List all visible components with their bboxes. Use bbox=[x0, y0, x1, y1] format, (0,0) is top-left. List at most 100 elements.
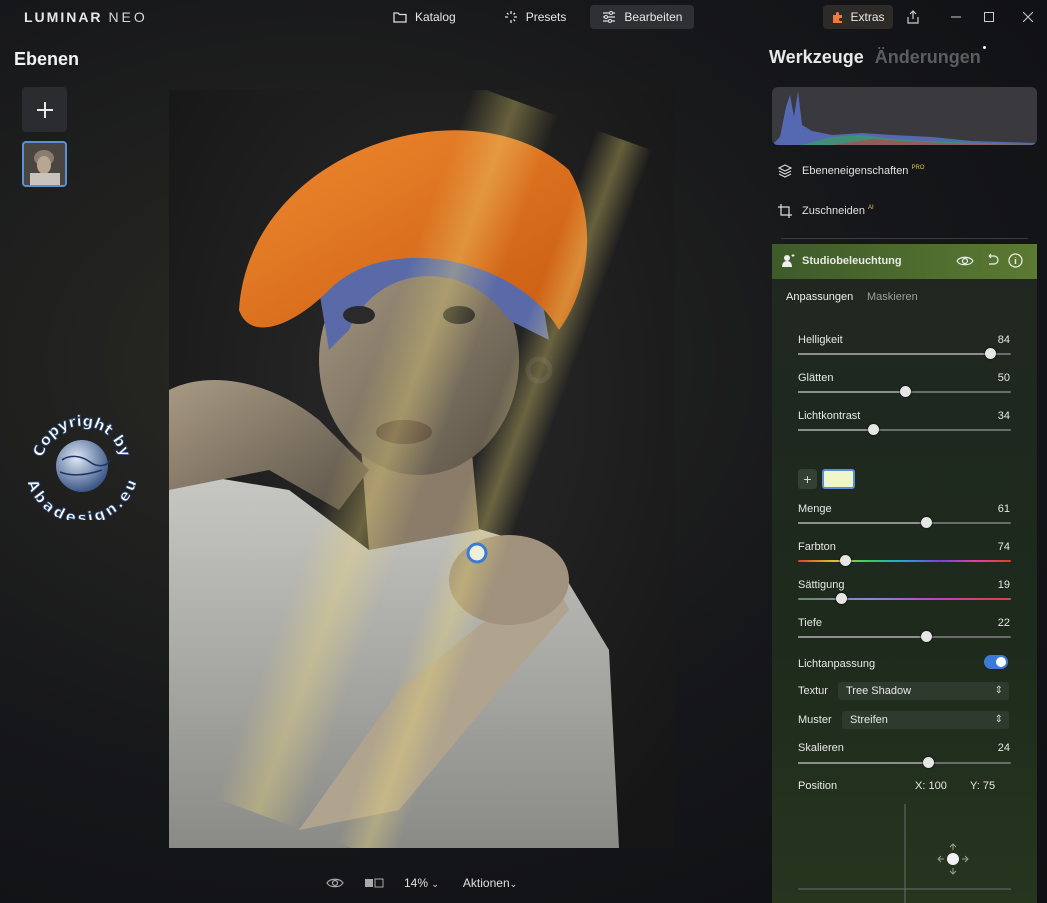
slider-label: Menge bbox=[798, 503, 832, 515]
slider-value: 84 bbox=[997, 334, 1010, 346]
main-nav: Katalog Presets Bearbeiten bbox=[381, 5, 695, 29]
slider-value: 50 bbox=[997, 372, 1010, 384]
changes-dot bbox=[983, 46, 986, 49]
person-light-icon bbox=[782, 254, 795, 267]
tab-werkzeuge[interactable]: Werkzeuge bbox=[769, 47, 864, 67]
slider-track[interactable] bbox=[798, 593, 1011, 604]
actions-dropdown[interactable]: Aktionen⌄ bbox=[463, 876, 517, 890]
slider-track[interactable] bbox=[798, 348, 1011, 359]
slider-knob[interactable] bbox=[899, 386, 911, 397]
slider-value: 34 bbox=[997, 410, 1010, 422]
pos-y-readout: Y: 75 bbox=[970, 780, 996, 792]
slider-label: Tiefe bbox=[798, 617, 823, 629]
slider-value: 22 bbox=[997, 617, 1010, 629]
light-adjust-label: Lichtanpassung bbox=[798, 658, 876, 670]
tab-presets-label: Presets bbox=[525, 10, 567, 24]
slider-track[interactable] bbox=[798, 757, 1011, 768]
light-swatch-empty[interactable] bbox=[974, 469, 1007, 489]
slider-label: Farbton bbox=[798, 541, 836, 553]
crop-label: Zuschneiden bbox=[802, 205, 865, 217]
minimize-icon[interactable] bbox=[946, 7, 966, 27]
light-swatch-empty[interactable] bbox=[898, 469, 931, 489]
updown-chevron-icon: ⇕ bbox=[994, 685, 1003, 696]
slider-knob[interactable] bbox=[984, 348, 996, 359]
title-bar: LUMINAR NEO Katalog Presets Bearbeiten E… bbox=[0, 0, 1047, 34]
texture-label: Textur bbox=[798, 685, 828, 697]
slider-value: 74 bbox=[997, 541, 1010, 553]
crop-icon bbox=[778, 204, 792, 218]
subtab-maskieren[interactable]: Maskieren bbox=[867, 291, 918, 303]
photo-canvas[interactable] bbox=[169, 90, 675, 848]
slider-knob[interactable] bbox=[839, 555, 851, 566]
position-pad[interactable] bbox=[798, 804, 1011, 903]
slider-knob[interactable] bbox=[920, 517, 932, 528]
updown-chevron-icon: ⇕ bbox=[994, 714, 1003, 725]
crop-row[interactable]: Zuschneiden AI bbox=[778, 200, 874, 222]
maximize-icon[interactable] bbox=[979, 7, 999, 27]
tab-presets[interactable]: Presets bbox=[492, 5, 579, 29]
reset-icon[interactable] bbox=[985, 253, 999, 267]
slider-knob[interactable] bbox=[922, 757, 934, 768]
tab-katalog[interactable]: Katalog bbox=[381, 5, 468, 29]
zoom-dropdown[interactable]: 14% ⌄ bbox=[404, 876, 439, 890]
layer-properties-row[interactable]: Ebeneneigenschaften PRO bbox=[778, 160, 924, 182]
slider-label: Skalieren bbox=[798, 742, 844, 754]
tab-bearbeiten[interactable]: Bearbeiten bbox=[590, 5, 695, 29]
slider-knob[interactable] bbox=[867, 424, 879, 435]
add-layer-button[interactable] bbox=[22, 87, 67, 132]
slider-label: Lichtkontrast bbox=[798, 410, 861, 422]
studio-title: Studiobeleuchtung bbox=[802, 255, 902, 267]
extras-button[interactable]: Extras bbox=[823, 5, 893, 29]
divider bbox=[781, 238, 1028, 239]
histogram bbox=[772, 87, 1037, 145]
folder-icon bbox=[393, 12, 407, 23]
pro-badge: PRO bbox=[911, 165, 925, 172]
share-icon[interactable] bbox=[903, 7, 923, 27]
tools-panel-tabs: Werkzeuge Änderungen bbox=[769, 47, 981, 68]
light-swatch-empty[interactable] bbox=[936, 469, 969, 489]
slider-track[interactable] bbox=[798, 386, 1011, 397]
add-light-button[interactable]: + bbox=[798, 469, 817, 489]
tab-aenderungen[interactable]: Änderungen bbox=[875, 47, 981, 67]
subtab-anpassungen[interactable]: Anpassungen bbox=[786, 291, 853, 303]
texture-select[interactable]: Tree Shadow ⇕ bbox=[838, 682, 1009, 700]
layers-title: Ebenen bbox=[14, 49, 80, 69]
pattern-label: Muster bbox=[798, 714, 832, 726]
texture-value: Tree Shadow bbox=[846, 685, 912, 697]
pos-x-readout: X: 100 bbox=[915, 780, 947, 792]
position-label: Position bbox=[798, 780, 838, 792]
eye-icon[interactable] bbox=[956, 255, 974, 267]
sparkle-icon bbox=[504, 11, 517, 23]
slider-value: 61 bbox=[997, 503, 1010, 515]
slider-knob[interactable] bbox=[920, 631, 932, 642]
slider-label: Helligkeit bbox=[798, 334, 843, 346]
slider-knob[interactable] bbox=[835, 593, 847, 604]
tab-bearbeiten-label: Bearbeiten bbox=[624, 10, 683, 24]
plus-icon bbox=[36, 101, 53, 118]
slider-track[interactable] bbox=[798, 631, 1011, 642]
compare-icon[interactable] bbox=[364, 877, 384, 889]
studio-lighting-panel: Studiobeleuchtung Anpassungen Maskieren … bbox=[772, 244, 1037, 903]
move-handle-icon bbox=[937, 843, 969, 875]
pattern-value: Streifen bbox=[850, 714, 888, 726]
slider-label: Sättigung bbox=[798, 579, 845, 591]
ai-badge: AI bbox=[868, 205, 874, 212]
close-icon[interactable] bbox=[1018, 7, 1038, 27]
info-icon[interactable] bbox=[1008, 253, 1023, 268]
sliders-icon bbox=[603, 11, 616, 23]
extras-label: Extras bbox=[850, 10, 885, 24]
layer-thumbnail[interactable] bbox=[22, 141, 67, 187]
studio-header[interactable]: Studiobeleuchtung bbox=[772, 244, 1037, 279]
light-adjust-toggle[interactable] bbox=[984, 655, 1008, 669]
canvas-toolbar: 14% ⌄ Aktionen⌄ bbox=[326, 873, 517, 893]
slider-track[interactable] bbox=[798, 517, 1011, 528]
light-swatch-active[interactable] bbox=[822, 469, 855, 489]
layers-icon bbox=[778, 164, 792, 178]
eye-icon[interactable] bbox=[326, 877, 344, 889]
copyright-watermark: Copyright by Abadesign.eu bbox=[23, 411, 141, 527]
light-swatch-empty[interactable] bbox=[860, 469, 893, 489]
slider-track[interactable] bbox=[798, 424, 1011, 435]
puzzle-icon bbox=[833, 11, 843, 23]
pattern-select[interactable]: Streifen ⇕ bbox=[842, 711, 1009, 729]
slider-track[interactable] bbox=[798, 555, 1011, 566]
